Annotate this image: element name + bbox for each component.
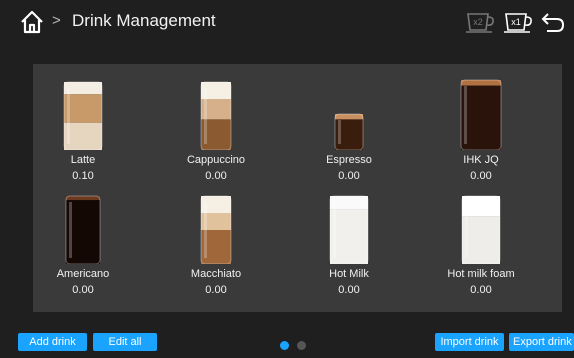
top-bar: > Drink Management x1 x2 [0,0,574,44]
drink-glass-image [329,195,369,264]
drink-name: Espresso [326,154,372,166]
drink-name: Macchiato [190,268,242,280]
edit-all-button[interactable]: Edit all [93,333,157,351]
drink-item[interactable]: Hot Milk 0.00 [289,190,409,300]
cup-x1-icon: x1 [504,13,532,33]
drink-value: 0.00 [470,284,492,296]
page-indicator-dot[interactable] [297,341,306,350]
drink-value: 0.00 [470,170,492,182]
drink-glass-image [200,81,232,150]
add-drink-button[interactable]: Add drink [18,333,87,351]
drink-glass-image [200,195,232,264]
drink-item[interactable]: Cappuccino 0.00 [156,76,276,186]
home-icon[interactable] [19,9,45,35]
drink-item[interactable]: IHK JQ 0.00 [421,76,541,186]
drink-grid-panel: Latte 0.10 Cappuccino 0.00 Espresso 0.00 IHK J… [33,64,562,312]
drink-name: Americano [56,268,110,280]
drink-value: 0.00 [205,284,227,296]
drink-glass-image [461,195,501,264]
cup-x2-label: x2 [473,17,483,27]
double-cup-button[interactable]: x2 [465,9,497,35]
drink-value: 0.00 [338,284,360,296]
drink-glass-image [334,113,364,150]
drink-item[interactable]: Espresso 0.00 [289,76,409,186]
single-cup-button[interactable]: x1 [503,9,535,35]
drink-value: 0.10 [72,170,94,182]
breadcrumb-chevron: > [52,12,61,29]
drink-item[interactable]: Hot milk foam 0.00 [421,190,541,300]
drink-name: Hot milk foam [447,268,515,280]
drink-glass-image [65,195,101,264]
drink-name: Hot Milk [329,268,369,280]
drink-value: 0.00 [338,170,360,182]
cup-x1-label: x1 [511,17,521,27]
drink-glass-image [460,79,502,150]
drink-name: Latte [70,154,96,166]
drink-item[interactable]: Macchiato 0.00 [156,190,276,300]
page-title: Drink Management [72,11,216,30]
drink-item[interactable]: Latte 0.10 [23,76,143,186]
drink-glass-image [63,81,103,150]
drink-name: IHK JQ [463,154,499,166]
back-icon[interactable] [539,9,567,35]
export-drink-button[interactable]: Export drink [509,333,574,351]
drink-value: 0.00 [72,284,94,296]
drink-name: Cappuccino [186,154,246,166]
cup-x2-icon: x2 [466,13,494,33]
drink-item[interactable]: Americano 0.00 [23,190,143,300]
drink-value: 0.00 [205,170,227,182]
import-drink-button[interactable]: Import drink [435,333,504,351]
page-indicator-dot[interactable] [280,341,289,350]
